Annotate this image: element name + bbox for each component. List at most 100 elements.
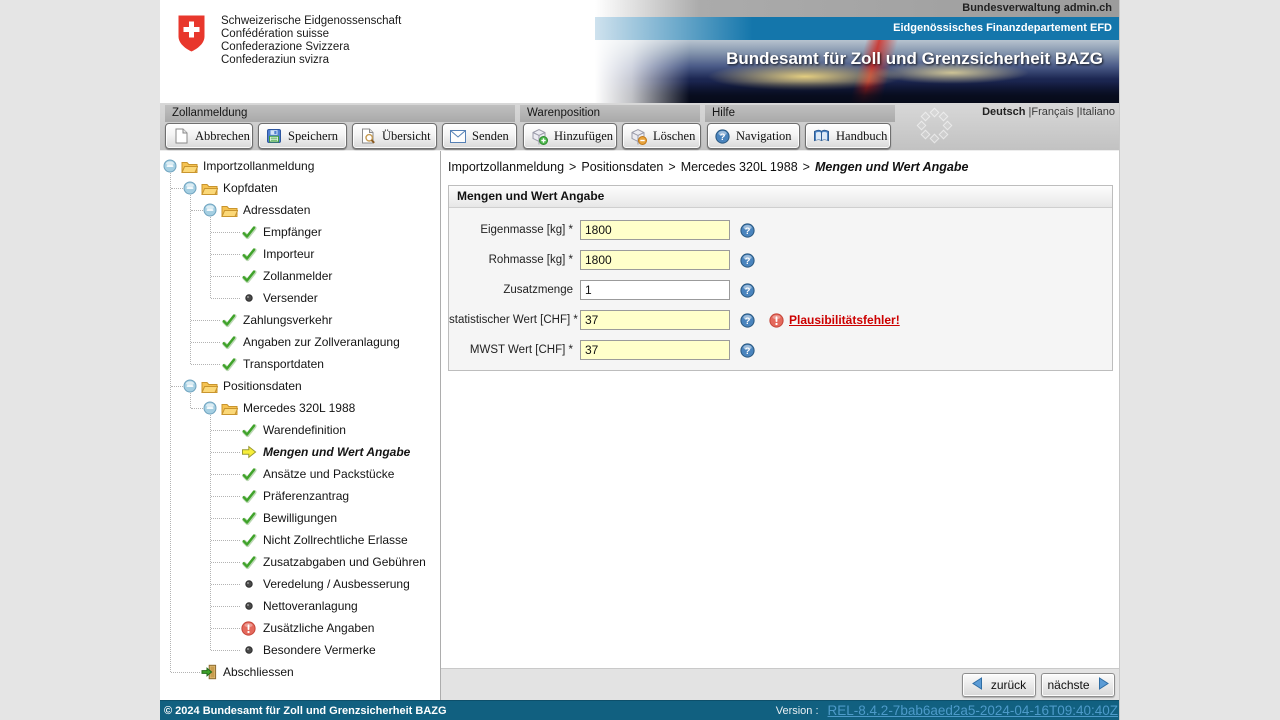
- tree-item-veredelung-ausbesserung[interactable]: Veredelung / Ausbesserung: [160, 573, 440, 595]
- department-bar: Eidgenössisches Finanzdepartement EFD: [595, 17, 1120, 40]
- tree-item-zusatzabgaben-und-gebühren[interactable]: Zusatzabgaben und Gebühren: [160, 551, 440, 573]
- language-link-fran-ais[interactable]: Français: [1031, 106, 1073, 118]
- tree-item-empfänger[interactable]: Empfänger: [160, 221, 440, 243]
- tree-item-nettoveranlagung[interactable]: Nettoveranlagung: [160, 595, 440, 617]
- language-link-italiano[interactable]: Italiano: [1080, 106, 1115, 118]
- tree-item-label: Zusatzabgaben und Gebühren: [263, 555, 426, 569]
- navigation-tree: Importzollanmeldung KopfdatenAdressdatenE…: [160, 151, 441, 700]
- senden-button[interactable]: Senden: [442, 123, 517, 149]
- back-button[interactable]: zurück: [962, 673, 1036, 697]
- button-label: Handbuch: [836, 129, 887, 144]
- field-label: Zusatzmenge: [449, 284, 573, 296]
- tree-item-label: Besondere Vermerke: [263, 643, 376, 657]
- tree-item-label: Zollanmelder: [263, 269, 332, 283]
- tree-stub-line: [211, 628, 240, 629]
- eigenmasse-input[interactable]: [580, 220, 730, 240]
- mwst-wert-input[interactable]: [580, 340, 730, 360]
- tree-item-adressdaten[interactable]: Adressdaten: [160, 199, 440, 221]
- tree-stub-line: [191, 408, 203, 409]
- tree-stub-line: [211, 540, 240, 541]
- navigation-button[interactable]: ?Navigation: [707, 123, 800, 149]
- tree-item-label: Versender: [263, 291, 318, 305]
- hinzufügen-button[interactable]: Hinzufügen: [523, 123, 617, 149]
- tree-item-ansätze-und-packstücke[interactable]: Ansätze und Packstücke: [160, 463, 440, 485]
- button-label: Abbrechen: [195, 129, 250, 144]
- field-help-icon[interactable]: ?: [740, 313, 755, 328]
- tree-item-importeur[interactable]: Importeur: [160, 243, 440, 265]
- admin-bar: Bundesverwaltung admin.ch: [595, 0, 1120, 17]
- tree-stub-line: [211, 584, 240, 585]
- statistischer-wert-input[interactable]: [580, 310, 730, 330]
- arrow-right-icon: [1098, 677, 1109, 693]
- tree-item-abschliessen[interactable]: Abschliessen: [160, 661, 440, 683]
- next-button[interactable]: nächste: [1041, 673, 1115, 697]
- tree-item-angaben-zur-zollveranlagung[interactable]: Angaben zur Zollveranlagung: [160, 331, 440, 353]
- tree-item-label: Warendefinition: [263, 423, 346, 437]
- abbrechen-button[interactable]: Abbrechen: [165, 123, 253, 149]
- breadcrumb-segment-importzollanmeldung[interactable]: Importzollanmeldung: [448, 160, 564, 174]
- rohmasse-input[interactable]: [580, 250, 730, 270]
- speichern-button[interactable]: Speichern: [258, 123, 347, 149]
- tree-item-nicht-zollrechtliche-erlasse[interactable]: Nicht Zollrechtliche Erlasse: [160, 529, 440, 551]
- tree-stub-line: [171, 386, 183, 387]
- tree-item-zusätzliche-angaben[interactable]: Zusätzliche Angaben: [160, 617, 440, 639]
- tree-stub-line: [191, 320, 220, 321]
- tree-item-importzollanmeldung[interactable]: Importzollanmeldung: [160, 155, 440, 177]
- tree-item-mercedes-320l-1988[interactable]: Mercedes 320L 1988: [160, 397, 440, 419]
- tree-item-label: Angaben zur Zollveranlagung: [243, 335, 400, 349]
- tree-item-präferenzantrag[interactable]: Präferenzantrag: [160, 485, 440, 507]
- tree-item-label: Zusätzliche Angaben: [263, 621, 374, 635]
- footer: © 2024 Bundesamt für Zoll und Grenzsiche…: [160, 700, 1120, 720]
- tree-stub-line: [211, 232, 240, 233]
- field-help-icon[interactable]: ?: [740, 223, 755, 238]
- version-label: Version :: [776, 705, 819, 717]
- tree-item-label: Zahlungsverkehr: [243, 313, 332, 327]
- tree-item-label: Transportdaten: [243, 357, 324, 371]
- tree-item-zollanmelder[interactable]: Zollanmelder: [160, 265, 440, 287]
- application-window: Schweizerische EidgenossenschaftConfédér…: [160, 0, 1120, 720]
- tree-item-mengen-und-wert-angabe[interactable]: Mengen und Wert Angabe: [160, 441, 440, 463]
- tree-item-transportdaten[interactable]: Transportdaten: [160, 353, 440, 375]
- page-header: Schweizerische EidgenossenschaftConfédér…: [160, 0, 1120, 103]
- übersicht-button[interactable]: Übersicht: [352, 123, 437, 149]
- field-help-icon[interactable]: ?: [740, 343, 755, 358]
- language-link-deutsch[interactable]: Deutsch: [982, 106, 1025, 118]
- field-label: Eigenmasse [kg] *: [449, 224, 573, 236]
- field-help-icon[interactable]: ?: [740, 283, 755, 298]
- box-plus-icon: [531, 128, 548, 145]
- page-magnifier-icon: [360, 128, 376, 144]
- svg-text:?: ?: [720, 132, 726, 143]
- tree-item-label: Importzollanmeldung: [203, 159, 314, 173]
- tree-item-zahlungsverkehr[interactable]: Zahlungsverkehr: [160, 309, 440, 331]
- field-help-icon[interactable]: ?: [740, 253, 755, 268]
- breadcrumb-segment-mercedes-320l-1988[interactable]: Mercedes 320L 1988: [681, 160, 798, 174]
- tree-item-bewilligungen[interactable]: Bewilligungen: [160, 507, 440, 529]
- tree-stub-line: [171, 188, 183, 189]
- svg-text:?: ?: [745, 256, 751, 267]
- breadcrumb-segment-positionsdaten[interactable]: Positionsdaten: [581, 160, 663, 174]
- tree-stub-line: [211, 254, 240, 255]
- toolbar-group-zollanmeldung: Zollanmeldung: [165, 105, 515, 122]
- tree-stub-line: [211, 430, 240, 431]
- toolbar-group-hilfe: Hilfe: [705, 105, 895, 122]
- zusatzmenge-input[interactable]: [580, 280, 730, 300]
- field-label: statistischer Wert [CHF] *: [449, 314, 573, 326]
- tree-item-warendefinition[interactable]: Warendefinition: [160, 419, 440, 441]
- book-icon: [813, 129, 830, 143]
- version-link[interactable]: REL-8.4.2-7bab6aed2a5-2024-04-16T09:40:4…: [828, 703, 1118, 718]
- next-button-label: nächste: [1047, 678, 1089, 692]
- tree-stub-line: [211, 518, 240, 519]
- main-content: Importzollanmeldung>Positionsdaten>Merce…: [441, 151, 1120, 700]
- tree-item-label: Positionsdaten: [223, 379, 302, 393]
- handbuch-button[interactable]: Handbuch: [805, 123, 891, 149]
- plausibility-error-link[interactable]: Plausibilitätsfehler!: [789, 313, 900, 327]
- tree-item-versender[interactable]: Versender: [160, 287, 440, 309]
- löschen-button[interactable]: Löschen: [622, 123, 701, 149]
- tree-item-label: Ansätze und Packstücke: [263, 467, 394, 481]
- tree-item-besondere-vermerke[interactable]: Besondere Vermerke: [160, 639, 440, 661]
- tree-item-positionsdaten[interactable]: Positionsdaten: [160, 375, 440, 397]
- button-label: Hinzufügen: [554, 129, 613, 144]
- tree-stub-line: [191, 364, 220, 365]
- tree-item-kopfdaten[interactable]: Kopfdaten: [160, 177, 440, 199]
- logo-line: Schweizerische Eidgenossenschaft: [221, 15, 401, 28]
